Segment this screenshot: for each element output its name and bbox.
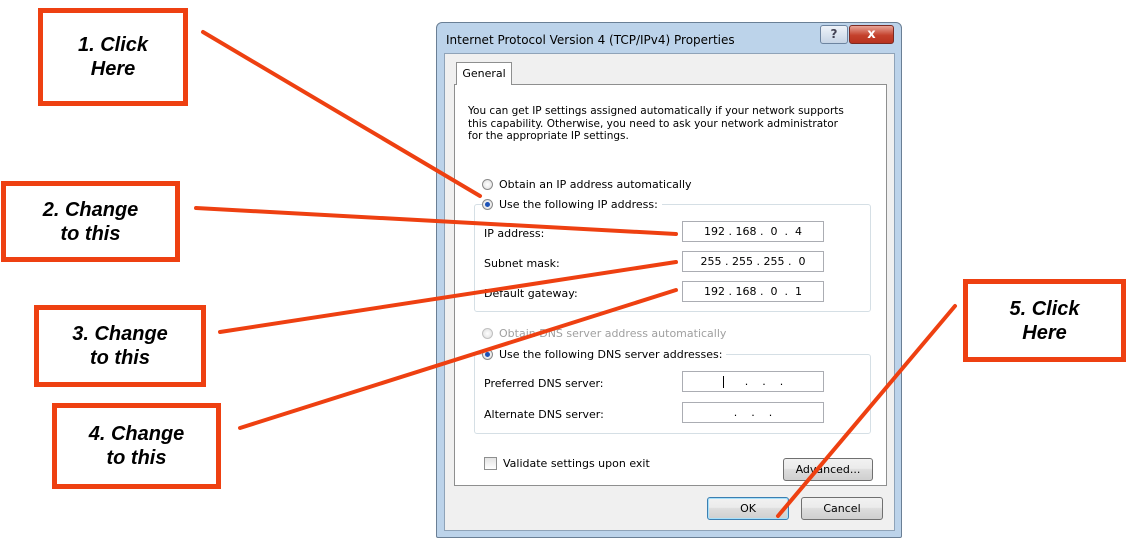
checkbox[interactable]: [484, 457, 497, 470]
general-tab-panel: You can get IP settings assigned automat…: [454, 84, 887, 486]
subnet-mask-label: Subnet mask:: [484, 257, 560, 270]
callout-step-5: 5. Click Here: [963, 279, 1126, 362]
callout-step-1: 1. Click Here: [38, 8, 188, 106]
radio-label: Use the following IP address:: [499, 197, 658, 211]
intro-text: You can get IP settings assigned automat…: [468, 105, 883, 143]
callout-line: to this: [90, 347, 150, 369]
intro-line: You can get IP settings assigned automat…: [468, 105, 844, 117]
ip-address-label: IP address:: [484, 227, 545, 240]
intro-line: this capability. Otherwise, you need to …: [468, 117, 839, 130]
callout-step-2: 2. Change to this: [1, 181, 180, 262]
callout-line: 3. Change: [72, 323, 168, 345]
callout-line: to this: [60, 222, 121, 245]
callout-line: Here: [1022, 321, 1067, 344]
validate-settings-checkbox[interactable]: Validate settings upon exit: [484, 457, 650, 470]
callout-line: 1. Click: [77, 34, 149, 56]
close-button[interactable]: x: [849, 25, 894, 44]
preferred-dns-value: . . .: [737, 375, 784, 388]
radio-button[interactable]: [482, 178, 493, 190]
radio-label: Obtain an IP address automatically: [499, 177, 692, 191]
cancel-button[interactable]: Cancel: [801, 497, 883, 520]
tcpip-properties-dialog: Internet Protocol Version 4 (TCP/IPv4) P…: [436, 22, 902, 538]
preferred-dns-input[interactable]: . . .: [682, 371, 824, 392]
radio-button[interactable]: [482, 327, 493, 339]
alternate-dns-label: Alternate DNS server:: [484, 408, 604, 421]
dialog-title: Internet Protocol Version 4 (TCP/IPv4) P…: [446, 33, 735, 47]
callout-line: 4. Change: [88, 423, 185, 445]
advanced-button[interactable]: Advanced...: [783, 458, 873, 481]
subnet-mask-input[interactable]: 255 . 255 . 255 . 0: [682, 251, 824, 272]
callout-line: Here: [90, 58, 136, 80]
help-button[interactable]: ?: [820, 25, 848, 44]
radio-button[interactable]: [482, 198, 493, 210]
preferred-dns-label: Preferred DNS server:: [484, 377, 604, 390]
callout-line: to this: [106, 447, 167, 469]
callout-line: 5. Click: [1009, 297, 1080, 320]
radio-button[interactable]: [482, 348, 493, 360]
alternate-dns-input[interactable]: . . .: [682, 402, 824, 423]
checkbox-label: Validate settings upon exit: [503, 457, 650, 470]
ok-button[interactable]: OK: [707, 497, 789, 520]
radio-obtain-ip-auto[interactable]: Obtain an IP address automatically: [482, 176, 692, 192]
callout-line: 2. Change: [42, 198, 139, 221]
title-bar[interactable]: Internet Protocol Version 4 (TCP/IPv4) P…: [437, 23, 901, 53]
radio-label: Obtain DNS server address automatically: [499, 326, 727, 340]
default-gateway-label: Default gateway:: [484, 287, 578, 300]
dialog-client-area: General You can get IP settings assigned…: [444, 53, 895, 531]
radio-use-following-dns[interactable]: Use the following DNS server addresses:: [482, 346, 727, 362]
callout-step-3: 3. Change to this: [34, 305, 206, 387]
callout-step-4: 4. Change to this: [52, 403, 221, 489]
radio-label: Use the following DNS server addresses:: [499, 347, 723, 361]
text-cursor: [722, 376, 724, 388]
default-gateway-input[interactable]: 192 . 168 . 0 . 1: [682, 281, 824, 302]
intro-line: for the appropriate IP settings.: [468, 130, 629, 142]
radio-use-following-ip[interactable]: Use the following IP address:: [482, 196, 662, 212]
tab-general[interactable]: General: [456, 62, 512, 85]
radio-obtain-dns-auto[interactable]: Obtain DNS server address automatically: [482, 325, 726, 341]
ip-address-input[interactable]: 192 . 168 . 0 . 4: [682, 221, 824, 242]
